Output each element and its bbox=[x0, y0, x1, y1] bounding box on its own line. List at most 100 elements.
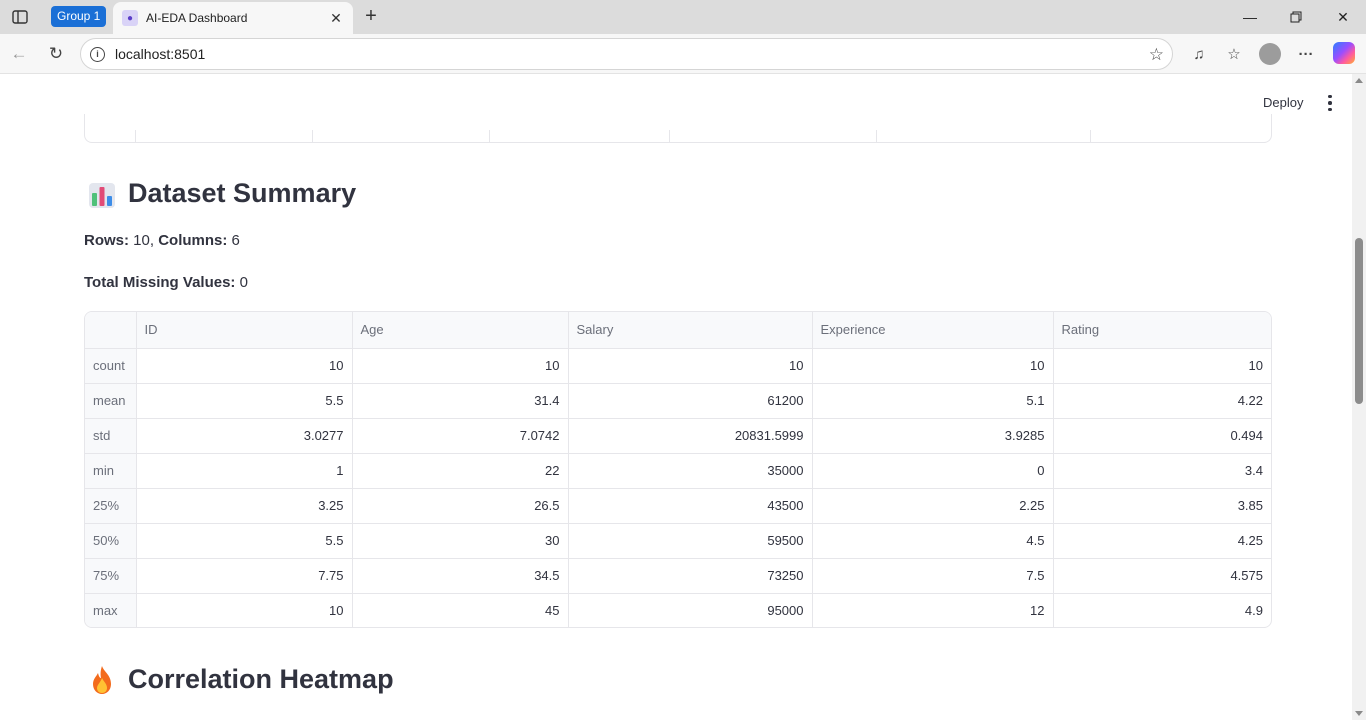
table-cell[interactable]: 5.1 bbox=[812, 383, 1054, 419]
column-header[interactable] bbox=[85, 312, 137, 349]
row-label[interactable]: std bbox=[85, 418, 137, 454]
table-cell[interactable]: 20831.5999 bbox=[568, 418, 813, 454]
address-bar[interactable]: i localhost:8501 ☆ bbox=[80, 38, 1173, 70]
table-cell[interactable]: 10 bbox=[136, 348, 353, 384]
copilot-icon[interactable] bbox=[1333, 42, 1355, 64]
plus-icon[interactable]: + bbox=[360, 5, 382, 27]
table-cell[interactable]: 4.22 bbox=[1053, 383, 1271, 419]
missing-values-line: Total Missing Values: 0 bbox=[84, 274, 248, 291]
table-cell[interactable]: 35000 bbox=[568, 453, 813, 489]
row-label[interactable]: count bbox=[85, 348, 137, 384]
table-cell[interactable]: 10 bbox=[352, 348, 569, 384]
column-header-experience[interactable]: Experience bbox=[812, 312, 1054, 349]
row-label[interactable]: mean bbox=[85, 383, 137, 419]
row-label[interactable]: 75% bbox=[85, 558, 137, 594]
table-cell[interactable]: 34.5 bbox=[352, 558, 569, 594]
column-header-salary[interactable]: Salary bbox=[568, 312, 813, 349]
table-cell[interactable]: 10 bbox=[812, 348, 1054, 384]
row-label[interactable]: 25% bbox=[85, 488, 137, 524]
table-cell[interactable]: 4.575 bbox=[1053, 558, 1271, 594]
dataset-summary-heading: Dataset Summary bbox=[88, 178, 356, 209]
reload-icon[interactable]: ↻ bbox=[44, 42, 68, 66]
table-cell[interactable]: 1 bbox=[136, 453, 353, 489]
close-icon[interactable]: ✕ bbox=[325, 7, 347, 29]
table-cell[interactable]: 4.5 bbox=[812, 523, 1054, 559]
fire-emoji-icon bbox=[88, 665, 116, 695]
column-header-age[interactable]: Age bbox=[352, 312, 569, 349]
row-label[interactable]: max bbox=[85, 593, 137, 627]
dataset-summary-title: Dataset Summary bbox=[128, 178, 357, 208]
missing-label: Total Missing Values: bbox=[84, 274, 236, 291]
close-window-icon[interactable]: ✕ bbox=[1320, 0, 1366, 34]
table-header-row: ID Age Salary Experience Rating bbox=[85, 312, 1271, 349]
row-label[interactable]: 50% bbox=[85, 523, 137, 559]
table-cell[interactable]: 5.5 bbox=[136, 383, 353, 419]
table-cell[interactable]: 61200 bbox=[568, 383, 813, 419]
row-label[interactable]: min bbox=[85, 453, 137, 489]
table-row: min 1 22 35000 0 3.4 bbox=[85, 453, 1271, 489]
table-cell[interactable]: 10 bbox=[136, 593, 353, 627]
table-row: max 10 45 95000 12 4.9 bbox=[85, 593, 1271, 627]
bar-chart-emoji-icon bbox=[88, 179, 116, 209]
tab-group-chip[interactable]: Group 1 bbox=[51, 6, 107, 27]
missing-value: 0 bbox=[239, 274, 248, 291]
page-scrollbar[interactable] bbox=[1352, 74, 1366, 720]
summary-stats-table[interactable]: ID Age Salary Experience Rating count 10… bbox=[84, 311, 1272, 628]
scroll-down-icon[interactable] bbox=[1355, 711, 1363, 716]
sidebar-toggle-icon[interactable] bbox=[8, 6, 32, 28]
minimize-icon[interactable]: — bbox=[1227, 0, 1273, 34]
previous-table-bottom bbox=[84, 114, 1272, 143]
table-cell[interactable]: 0.494 bbox=[1053, 418, 1271, 454]
table-cell[interactable]: 26.5 bbox=[352, 488, 569, 524]
table-cell[interactable]: 0 bbox=[812, 453, 1054, 489]
table-cell[interactable]: 7.75 bbox=[136, 558, 353, 594]
restore-icon[interactable] bbox=[1273, 0, 1319, 34]
info-icon[interactable]: i bbox=[90, 46, 105, 62]
table-cell[interactable]: 43500 bbox=[568, 488, 813, 524]
table-cell[interactable]: 22 bbox=[352, 453, 569, 489]
table-cell[interactable]: 3.25 bbox=[136, 488, 353, 524]
page-viewport: Deploy Dataset Summary Rows: 10, Columns… bbox=[0, 74, 1366, 720]
table-cell[interactable]: 7.5 bbox=[812, 558, 1054, 594]
favorites-icon[interactable]: ☆ bbox=[1222, 42, 1246, 66]
table-row: count 10 10 10 10 10 bbox=[85, 348, 1271, 384]
table-cell[interactable]: 30 bbox=[352, 523, 569, 559]
back-icon[interactable]: ← bbox=[7, 42, 31, 66]
table-cell[interactable]: 2.25 bbox=[812, 488, 1054, 524]
table-cell[interactable]: 45 bbox=[352, 593, 569, 627]
table-cell[interactable]: 7.0742 bbox=[352, 418, 569, 454]
read-aloud-icon[interactable]: ♫ bbox=[1187, 42, 1211, 66]
deploy-button[interactable]: Deploy bbox=[1263, 95, 1303, 110]
scroll-thumb[interactable] bbox=[1355, 238, 1363, 404]
table-cell[interactable]: 59500 bbox=[568, 523, 813, 559]
table-cell[interactable]: 31.4 bbox=[352, 383, 569, 419]
table-cell[interactable]: 3.85 bbox=[1053, 488, 1271, 524]
column-header-rating[interactable]: Rating bbox=[1053, 312, 1271, 349]
table-cell[interactable]: 5.5 bbox=[136, 523, 353, 559]
tab-title: AI-EDA Dashboard bbox=[146, 11, 248, 25]
correlation-heatmap-title: Correlation Heatmap bbox=[128, 664, 394, 694]
table-cell[interactable]: 73250 bbox=[568, 558, 813, 594]
table-cell[interactable]: 3.4 bbox=[1053, 453, 1271, 489]
table-cell[interactable]: 4.25 bbox=[1053, 523, 1271, 559]
url-text[interactable]: localhost:8501 bbox=[115, 46, 205, 62]
app-favicon-icon: ● bbox=[122, 10, 138, 26]
table-cell[interactable]: 4.9 bbox=[1053, 593, 1271, 627]
table-cell[interactable]: 3.9285 bbox=[812, 418, 1054, 454]
table-cell[interactable]: 10 bbox=[1053, 348, 1271, 384]
browser-toolbar: ← ↻ i localhost:8501 ☆ ♫ ☆ ··· bbox=[0, 34, 1366, 74]
active-tab[interactable]: ● AI-EDA Dashboard ✕ bbox=[113, 2, 353, 34]
profile-icon[interactable] bbox=[1259, 43, 1281, 65]
rows-value: 10 bbox=[133, 232, 150, 249]
more-icon[interactable]: ··· bbox=[1294, 42, 1318, 66]
correlation-heatmap-heading: Correlation Heatmap bbox=[88, 664, 394, 695]
table-cell[interactable]: 95000 bbox=[568, 593, 813, 627]
table-cell[interactable]: 12 bbox=[812, 593, 1054, 627]
table-cell[interactable]: 3.0277 bbox=[136, 418, 353, 454]
scroll-up-icon[interactable] bbox=[1355, 78, 1363, 83]
table-cell[interactable]: 10 bbox=[568, 348, 813, 384]
column-header-id[interactable]: ID bbox=[136, 312, 353, 349]
kebab-menu-icon[interactable] bbox=[1322, 93, 1338, 113]
star-icon[interactable]: ☆ bbox=[1149, 45, 1164, 65]
table-row: 50% 5.5 30 59500 4.5 4.25 bbox=[85, 523, 1271, 559]
